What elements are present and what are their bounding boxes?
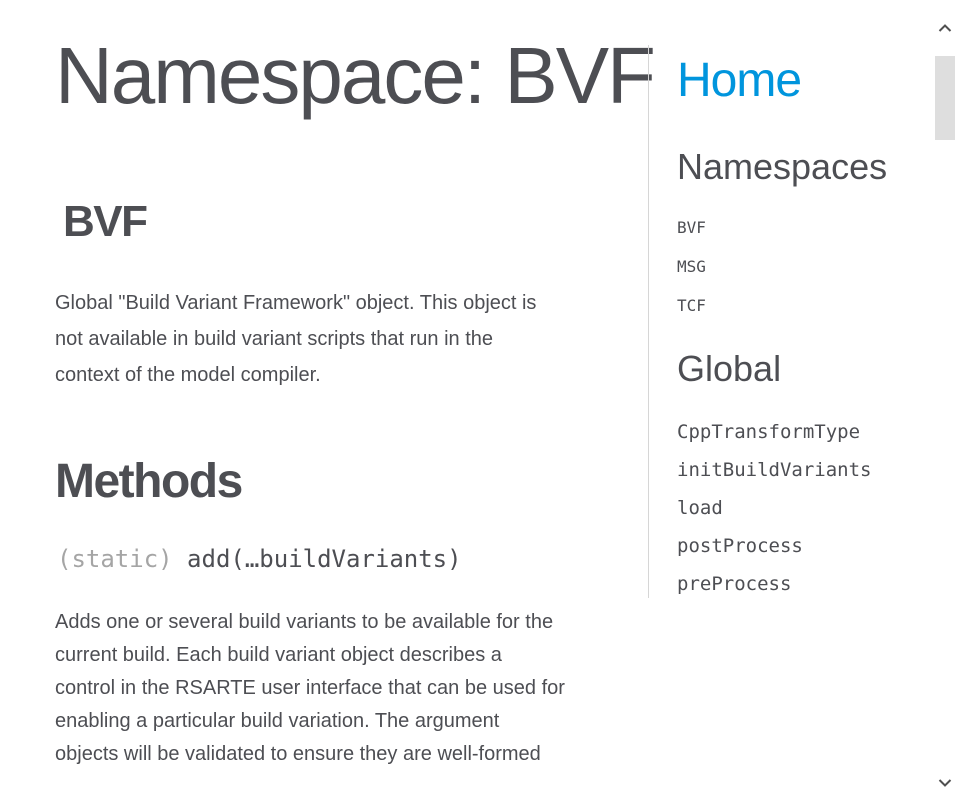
namespace-subtitle: BVF: [63, 197, 148, 246]
namespaces-heading: Namespaces: [677, 146, 888, 187]
nav-link-load[interactable]: load: [677, 497, 723, 519]
nav-link-initbuildvariants[interactable]: initBuildVariants: [677, 459, 871, 481]
nav-item-tcf[interactable]: TCF: [677, 295, 706, 334]
scroll-up-button[interactable]: [935, 13, 955, 43]
global-heading: Global: [677, 348, 782, 389]
nav-item-postprocess[interactable]: postProcess: [677, 533, 871, 571]
nav-link-tcf[interactable]: TCF: [677, 296, 706, 315]
method-description: Adds one or several build variants to be…: [55, 611, 565, 765]
method-static-modifier: (static): [57, 545, 173, 573]
method-signature: (static) add(…buildVariants): [57, 545, 462, 574]
nav-link-cpptransformtype[interactable]: CppTransformType: [677, 421, 860, 443]
vertical-scrollbar[interactable]: [935, 13, 955, 798]
namespace-description: Global "Build Variant Framework" object.…: [55, 292, 537, 386]
nav-link-bvf[interactable]: BVF: [677, 218, 706, 237]
nav-link-postprocess[interactable]: postProcess: [677, 535, 803, 557]
nav-item-load[interactable]: load: [677, 495, 871, 533]
nav-item-cpptransformtype[interactable]: CppTransformType: [677, 419, 871, 457]
scroll-thumb[interactable]: [935, 56, 955, 140]
page-title: Namespace: BVF: [55, 31, 656, 120]
nav-link-msg[interactable]: MSG: [677, 257, 706, 276]
home-link[interactable]: Home: [677, 57, 802, 105]
namespaces-list: BVF MSG TCF: [677, 217, 706, 334]
nav-link-preprocess[interactable]: preProcess: [677, 573, 791, 595]
global-list: CppTransformType initBuildVariants load …: [677, 419, 871, 609]
nav-item-initbuildvariants[interactable]: initBuildVariants: [677, 457, 871, 495]
nav-item-preprocess[interactable]: preProcess: [677, 571, 871, 609]
chevron-down-icon: [938, 779, 952, 787]
methods-heading: Methods: [55, 455, 243, 508]
chevron-up-icon: [938, 24, 952, 32]
sidebar-nav: Home Namespaces BVF MSG TCF Global CppTr…: [648, 45, 919, 598]
nav-item-msg[interactable]: MSG: [677, 256, 706, 295]
nav-item-bvf[interactable]: BVF: [677, 217, 706, 256]
method-name: add(…buildVariants): [187, 545, 462, 573]
scroll-down-button[interactable]: [935, 768, 955, 798]
